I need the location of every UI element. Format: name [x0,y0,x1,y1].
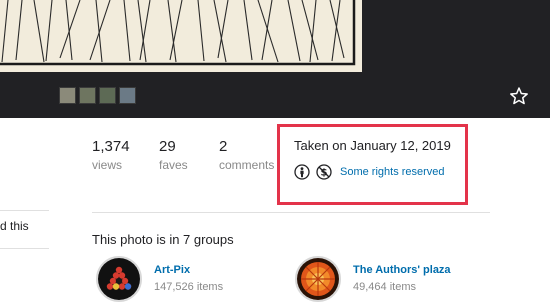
photo-viewer [0,0,550,118]
group-item-count: 49,464 items [353,281,416,293]
group-avatar-authors-plaza[interactable] [295,256,341,302]
sidebar-text-fragment: d this [0,219,29,233]
group-item-count: 147,526 items [154,281,224,293]
some-rights-reserved-link[interactable]: Some rights reserved [340,165,445,179]
thumbnail[interactable] [99,87,116,104]
comments-count: 2 [219,138,228,155]
thumbnail[interactable] [59,87,76,104]
group-avatar-art-pix[interactable] [96,256,142,302]
thumbnail[interactable] [79,87,96,104]
group-name-link[interactable]: The Authors' plaza [353,263,451,277]
star-favorite-icon[interactable] [509,86,529,106]
stat-views: 1,374 views [92,138,130,173]
section-divider [92,212,490,213]
thumbnail[interactable] [119,87,136,104]
group-name-link[interactable]: Art-Pix [154,263,190,277]
sidebar-divider [0,248,49,249]
taken-on-date: Taken on January 12, 2019 [294,138,451,153]
faves-count: 29 [159,138,176,155]
attribution-icon[interactable] [294,164,310,180]
main-photo[interactable] [0,0,362,72]
comments-label: comments [219,158,275,172]
faves-label: faves [159,158,188,172]
views-count: 1,374 [92,138,130,155]
stat-comments: 2 comments [219,138,274,173]
views-label: views [92,158,123,172]
sidebar-divider [0,210,49,211]
groups-heading: This photo is in 7 groups [92,232,234,247]
authors-plaza-group-icon [297,258,339,300]
stat-faves: 29 faves [159,138,188,173]
photo-thumbnails [59,87,136,104]
photo-artwork [0,0,362,72]
art-pix-group-icon [98,258,140,300]
noncommercial-icon[interactable]: $ [316,164,332,180]
